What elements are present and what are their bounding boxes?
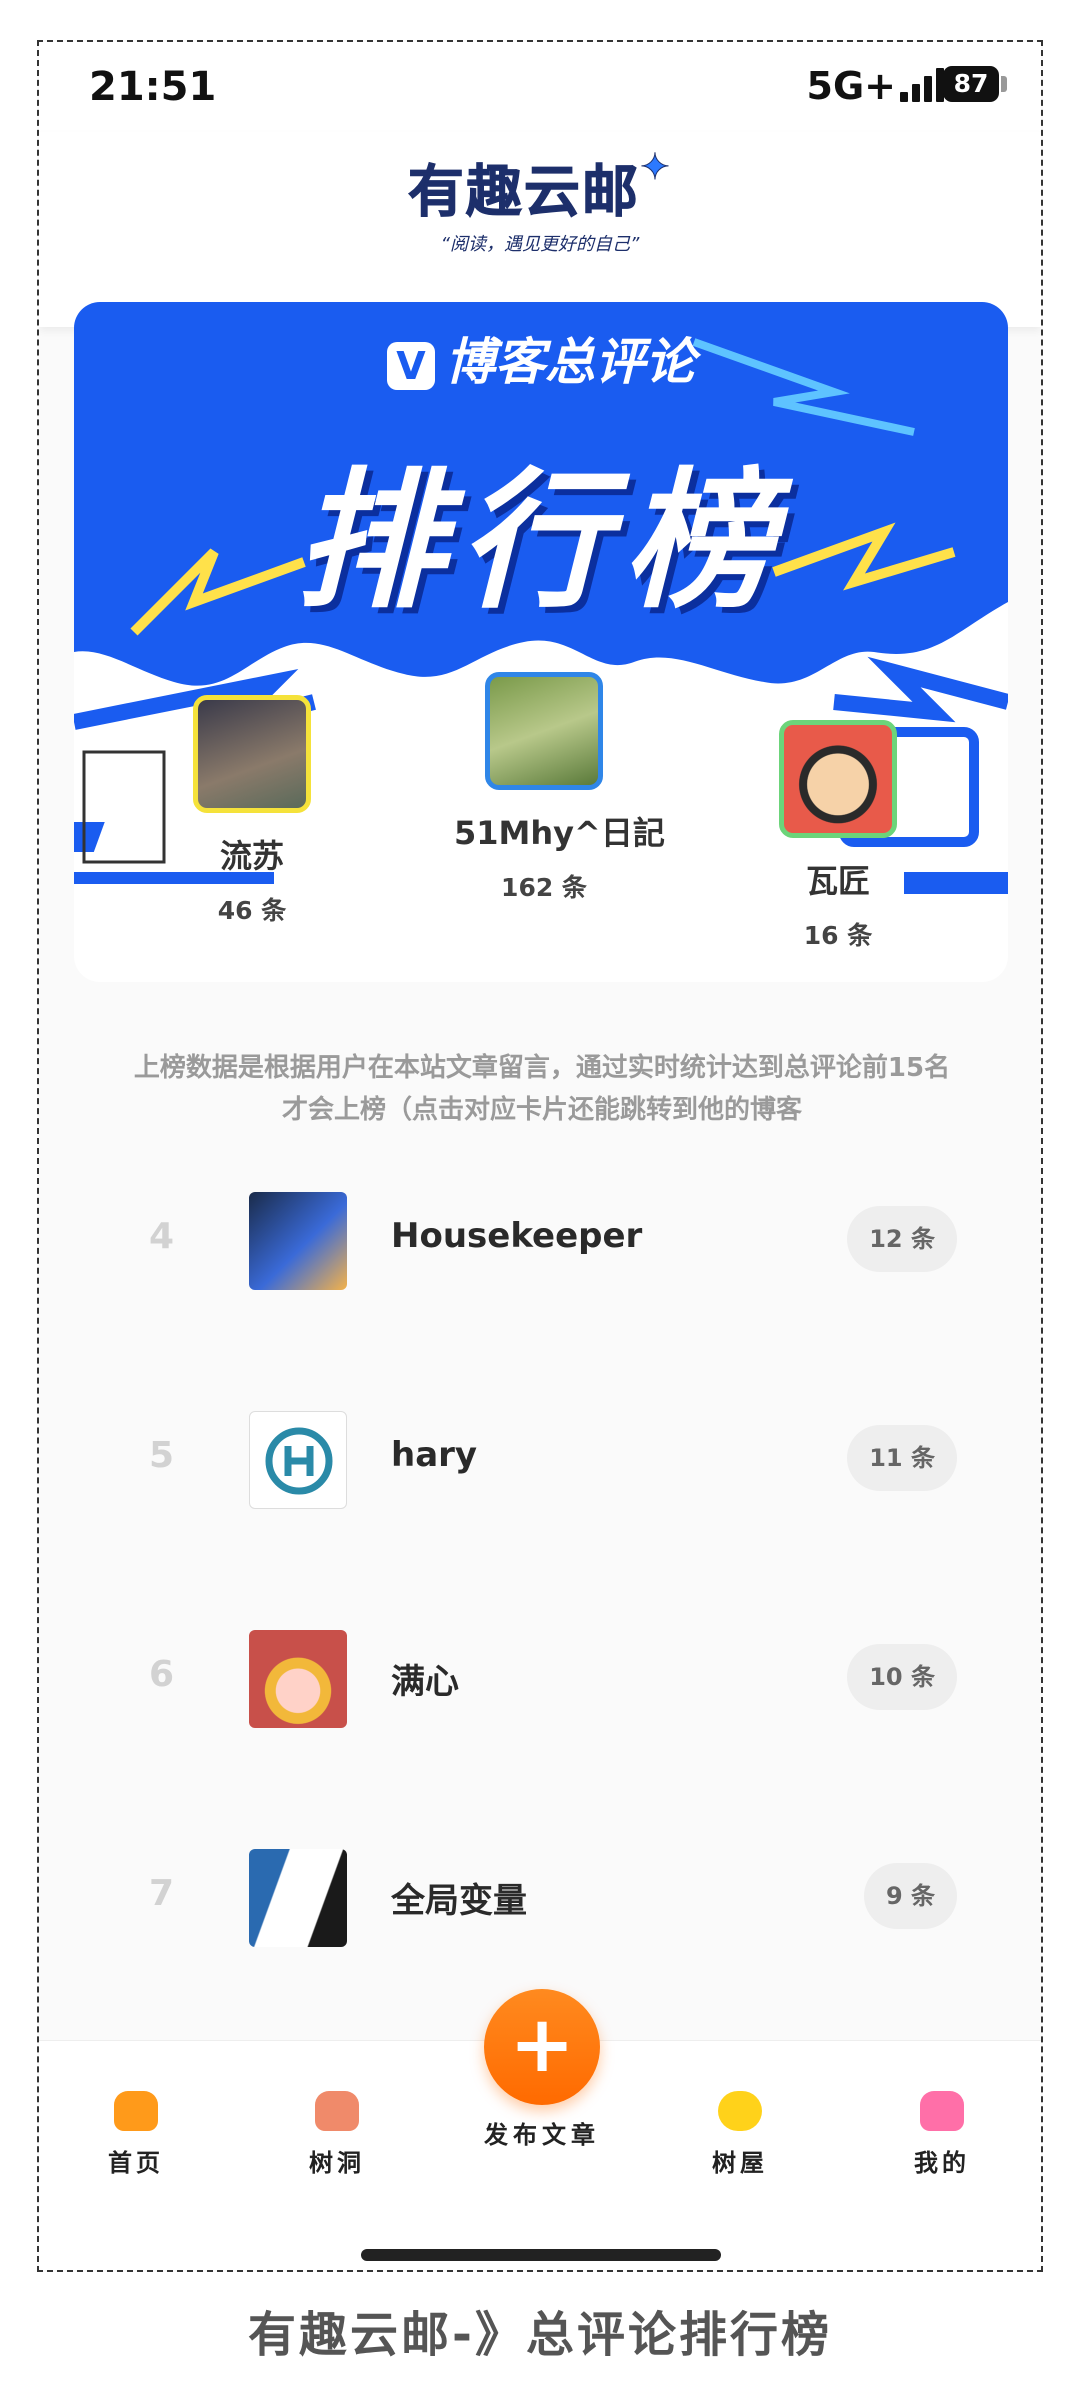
nav-label: 树屋 <box>712 2149 768 2177</box>
banner-brand-text: 博客总评论 <box>445 333 695 391</box>
avatar <box>249 1630 347 1728</box>
notice-line-1: 上榜数据是根据用户在本站文章留言，通过实时统计达到总评论前15名 <box>133 1053 951 1083</box>
battery-tip <box>1001 76 1007 92</box>
screenshot-caption: 有趣云邮-》总评论排行榜 <box>248 2307 832 2363</box>
user-name: hary <box>391 1435 478 1475</box>
avatar <box>485 672 603 790</box>
nav-treehouse[interactable]: 树屋 <box>680 2091 800 2178</box>
banner-brand: V 博客总评论 <box>74 322 1008 394</box>
app-name: 有趣云邮 <box>407 160 640 226</box>
publish-article-label[interactable]: 发布文章 <box>462 2115 622 2150</box>
comment-count-badge: 10 条 <box>847 1644 957 1710</box>
rank-number: 7 <box>149 1873 175 1914</box>
status-time: 21:51 <box>89 64 217 110</box>
list-item[interactable]: 6 满心 10 条 <box>99 1618 985 1738</box>
app-header: 有趣云邮✦ “阅读，遇见更好的自己” <box>39 132 1041 327</box>
podium-name: 流苏 <box>219 837 284 875</box>
podium-rank-3[interactable]: 瓦匠 16 条 <box>778 720 898 952</box>
avatar <box>249 1849 347 1947</box>
avatar <box>779 720 897 838</box>
avatar <box>249 1411 347 1509</box>
comment-count-badge: 12 条 <box>847 1206 957 1272</box>
blog-logo-icon: V <box>387 341 435 390</box>
app-logo[interactable]: 有趣云邮✦ “阅读，遇见更好的自己” <box>407 147 673 256</box>
status-bar: 21:51 5G+ 87 <box>39 42 1041 132</box>
nav-treehole[interactable]: 树洞 <box>277 2091 397 2178</box>
podium-name: 瓦匠 <box>805 862 870 900</box>
nav-label: 树洞 <box>309 2149 365 2177</box>
battery-icon: 87 <box>943 66 999 102</box>
nav-label: 首页 <box>108 2149 164 2177</box>
nav-label: 我的 <box>914 2149 970 2177</box>
home-icon <box>114 2091 158 2131</box>
home-indicator[interactable] <box>361 2249 721 2261</box>
treehole-icon <box>315 2091 359 2131</box>
hary-logo-icon <box>265 1427 333 1495</box>
profile-icon <box>920 2091 964 2131</box>
bottom-nav: 首页 树洞 + 发布文章 树屋 我的 <box>39 1989 1041 2270</box>
list-item[interactable]: 7 全局变量 9 条 <box>99 1837 985 1957</box>
nav-home[interactable]: 首页 <box>76 2091 196 2178</box>
rank-number: 6 <box>149 1654 175 1695</box>
treehouse-icon <box>718 2091 762 2131</box>
podium-count: 162 条 <box>501 873 587 902</box>
user-name: Housekeeper <box>391 1216 643 1256</box>
podium-name: 51Mhy^日記 <box>454 814 665 852</box>
user-name: 全局变量 <box>391 1881 527 1921</box>
podium-rank-1[interactable]: 51Mhy^日記 162 条 <box>454 672 665 904</box>
app-slogan: “阅读，遇见更好的自己” <box>440 234 640 255</box>
avatar <box>193 695 311 813</box>
signal-icon <box>900 68 946 102</box>
list-item[interactable]: 4 Housekeeper 12 条 <box>99 1180 985 1300</box>
ranking-notice: 上榜数据是根据用户在本站文章留言，通过实时统计达到总评论前15名 才会上榜（点击… <box>99 1047 985 1131</box>
avatar <box>249 1192 347 1290</box>
user-name: 满心 <box>391 1662 459 1702</box>
podium-count: 46 条 <box>217 896 287 925</box>
nav-mine[interactable]: 我的 <box>882 2091 1002 2178</box>
banner-title: 排行榜 <box>294 455 787 629</box>
comment-count-badge: 9 条 <box>863 1863 957 1929</box>
leaderboard-banner: V 博客总评论 排行榜 流苏 46 条 51Mhy^日記 162 条 瓦匠 16 … <box>74 302 1008 982</box>
rank-number: 4 <box>149 1216 175 1257</box>
sparkle-icon: ✦ <box>639 147 673 189</box>
publish-article-button[interactable]: + <box>484 1989 600 2105</box>
list-item[interactable]: 5 hary 11 条 <box>99 1399 985 1519</box>
comment-count-badge: 11 条 <box>847 1425 957 1491</box>
network-label: 5G+ <box>806 64 896 108</box>
notice-line-2: 才会上榜（点击对应卡片还能跳转到他的博客 <box>281 1095 802 1125</box>
podium-rank-2[interactable]: 流苏 46 条 <box>192 695 312 927</box>
rank-number: 5 <box>149 1435 175 1476</box>
phone-frame: 21:51 5G+ 87 有趣云邮✦ “阅读，遇见更好的自己” V 博客总评论 … <box>37 40 1043 2272</box>
podium-count: 16 条 <box>803 921 873 950</box>
